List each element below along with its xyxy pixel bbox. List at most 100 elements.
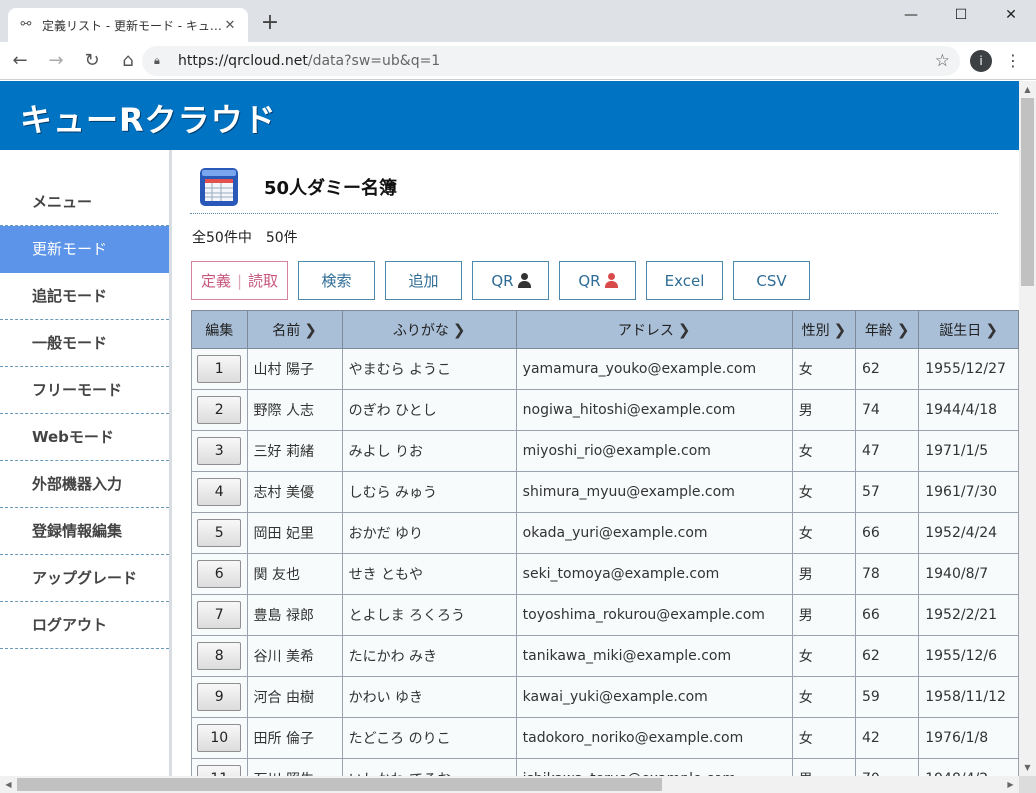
chevron-right-icon: ❯ — [677, 320, 691, 339]
horizontal-scroll-thumb[interactable] — [17, 778, 662, 791]
birthday-cell: 1940/8/7 — [918, 553, 1019, 595]
sidebar-item-external-input[interactable]: 外部機器入力 — [0, 461, 169, 508]
table-row: 5 岡田 妃里 おかだ ゆり okada_yuri@example.com 女 66 195… — [191, 512, 1019, 554]
window-controls: — ☐ ✕ — [886, 0, 1036, 30]
sidebar-item-free-mode[interactable]: フリーモード — [0, 367, 169, 414]
gender-cell: 女 — [791, 348, 856, 390]
profile-avatar[interactable]: i — [970, 50, 992, 72]
scroll-down-icon[interactable]: ▼ — [1019, 759, 1036, 776]
edit-row-button[interactable]: 11 — [197, 765, 242, 776]
email-cell: shimura_myuu@example.com — [515, 471, 793, 513]
table-header-row: 編集 名前 ❯ ふりがな ❯ アドレス ❯ 性別 ❯ 年齢 ❯ 誕生日 ❯ — [191, 310, 1019, 349]
name-cell: 山村 陽子 — [246, 348, 343, 390]
add-button[interactable]: 追加 — [385, 261, 462, 300]
sidebar-item-append-mode[interactable]: 追記モード — [0, 273, 169, 320]
new-tab-button[interactable]: + — [258, 12, 282, 36]
maximize-icon[interactable]: ☐ — [936, 0, 986, 30]
edit-cell: 9 — [191, 676, 248, 718]
address-bar[interactable]: 🔒︎ https://qrcloud.net/data?sw=ub&q=1 ☆ — [142, 46, 960, 76]
qr-user-button[interactable]: QR — [472, 261, 549, 300]
edit-row-button[interactable]: 6 — [197, 560, 242, 588]
home-icon[interactable]: ⌂ — [112, 45, 144, 77]
window-close-icon[interactable]: ✕ — [986, 0, 1036, 30]
scroll-up-icon[interactable]: ▲ — [1019, 81, 1036, 98]
email-cell: yamamura_youko@example.com — [515, 348, 793, 390]
edit-row-button[interactable]: 4 — [197, 478, 242, 506]
vertical-scroll-thumb[interactable] — [1021, 98, 1034, 286]
edit-row-button[interactable]: 1 — [197, 355, 242, 383]
vertical-scrollbar[interactable]: ▲ ▼ — [1019, 81, 1036, 776]
user-red-icon — [604, 273, 618, 288]
sidebar-item-menu[interactable]: メニュー — [0, 179, 169, 226]
site-logo[interactable]: キューRクラウド — [20, 95, 277, 141]
age-cell: 66 — [854, 594, 920, 636]
url-host: https://qrcloud.net — [178, 53, 308, 69]
birthday-cell: 1958/11/12 — [918, 676, 1019, 718]
sidebar-item-logout[interactable]: ログアウト — [0, 602, 169, 649]
sidebar-item-general-mode[interactable]: 一般モード — [0, 320, 169, 367]
birthday-cell: 1944/4/18 — [918, 389, 1019, 431]
sidebar-item-account-edit[interactable]: 登録情報編集 — [0, 508, 169, 555]
scroll-left-icon[interactable]: ◀ — [0, 776, 17, 793]
lock-icon: 🔒︎ — [154, 54, 160, 67]
csv-button[interactable]: CSV — [733, 261, 810, 300]
browser-tab[interactable]: ⚯ 定義リスト - 更新モード - キューRクラウド ✕ — [8, 8, 248, 42]
birthday-cell: 1948/4/2 — [918, 758, 1019, 776]
age-cell: 66 — [854, 512, 920, 554]
column-header-gender[interactable]: 性別 ❯ — [791, 310, 856, 349]
edit-cell: 5 — [191, 512, 248, 554]
button-divider: | — [236, 271, 243, 290]
kebab-menu-icon[interactable]: ⋮ — [1004, 48, 1022, 74]
horizontal-scrollbar[interactable]: ◀ ▶ — [0, 776, 1019, 793]
name-cell: 河合 由樹 — [246, 676, 343, 718]
birthday-cell: 1961/7/30 — [918, 471, 1019, 513]
column-header-birthday[interactable]: 誕生日 ❯ — [918, 310, 1019, 349]
gender-cell: 男 — [791, 594, 856, 636]
column-header-edit: 編集 — [191, 310, 248, 349]
close-icon[interactable]: ✕ — [222, 18, 238, 33]
column-header-kana[interactable]: ふりがな ❯ — [341, 310, 517, 349]
scroll-right-icon[interactable]: ▶ — [1002, 776, 1019, 793]
edit-row-button[interactable]: 7 — [197, 601, 242, 629]
name-cell: 関 友也 — [246, 553, 343, 595]
edit-row-button[interactable]: 2 — [197, 396, 242, 424]
table-row: 11 石川 照生いしかわ てるおishikawa_teruo@example.co… — [191, 758, 1019, 776]
define-load-button[interactable]: 定義 | 読取 — [191, 261, 288, 300]
column-header-name[interactable]: 名前 ❯ — [246, 310, 343, 349]
kana-cell: たどころ のりこ — [341, 717, 517, 759]
name-cell: 岡田 妃里 — [246, 512, 343, 554]
age-cell: 74 — [854, 389, 920, 431]
table-row: 8 谷川 美希 たにかわ みき tanikawa_miki@example.com 女 6… — [191, 635, 1019, 677]
table-row: 4 志村 美優 しむら みゅう shimura_myuu@example.com 女 57… — [191, 471, 1019, 513]
sidebar-item-web-mode[interactable]: Webモード — [0, 414, 169, 461]
name-cell: 石川 照生 — [246, 758, 343, 776]
birthday-cell: 1976/1/8 — [918, 717, 1019, 759]
column-header-age[interactable]: 年齢 ❯ — [854, 310, 920, 349]
kana-cell: しむら みゅう — [341, 471, 517, 513]
name-cell: 豊島 禄郎 — [246, 594, 343, 636]
name-cell: 三好 莉緒 — [246, 430, 343, 472]
edit-cell: 8 — [191, 635, 248, 677]
edit-row-button[interactable]: 8 — [197, 642, 242, 670]
email-cell: kawai_yuki@example.com — [515, 676, 793, 718]
kana-cell: いしかわ てるお — [341, 758, 517, 776]
birthday-cell: 1952/2/21 — [918, 594, 1019, 636]
edit-cell: 3 — [191, 430, 248, 472]
edit-row-button[interactable]: 10 — [197, 724, 242, 752]
search-button[interactable]: 検索 — [298, 261, 375, 300]
edit-row-button[interactable]: 9 — [197, 683, 242, 711]
reload-icon[interactable]: ↻ — [76, 45, 108, 77]
link-icon: ⚯ — [20, 17, 32, 32]
edit-row-button[interactable]: 3 — [197, 437, 242, 465]
sidebar-item-update-mode[interactable]: 更新モード — [0, 226, 169, 273]
column-header-address[interactable]: アドレス ❯ — [515, 310, 793, 349]
excel-button[interactable]: Excel — [646, 261, 723, 300]
qr-user-red-button[interactable]: QR — [559, 261, 636, 300]
star-icon[interactable]: ☆ — [935, 51, 950, 71]
sidebar-item-upgrade[interactable]: アップグレード — [0, 555, 169, 602]
minimize-icon[interactable]: — — [886, 0, 936, 30]
arrow-left-icon[interactable]: ← — [4, 45, 36, 77]
birthday-cell: 1955/12/6 — [918, 635, 1019, 677]
edit-row-button[interactable]: 5 — [197, 519, 242, 547]
arrow-right-icon[interactable]: → — [40, 45, 72, 77]
